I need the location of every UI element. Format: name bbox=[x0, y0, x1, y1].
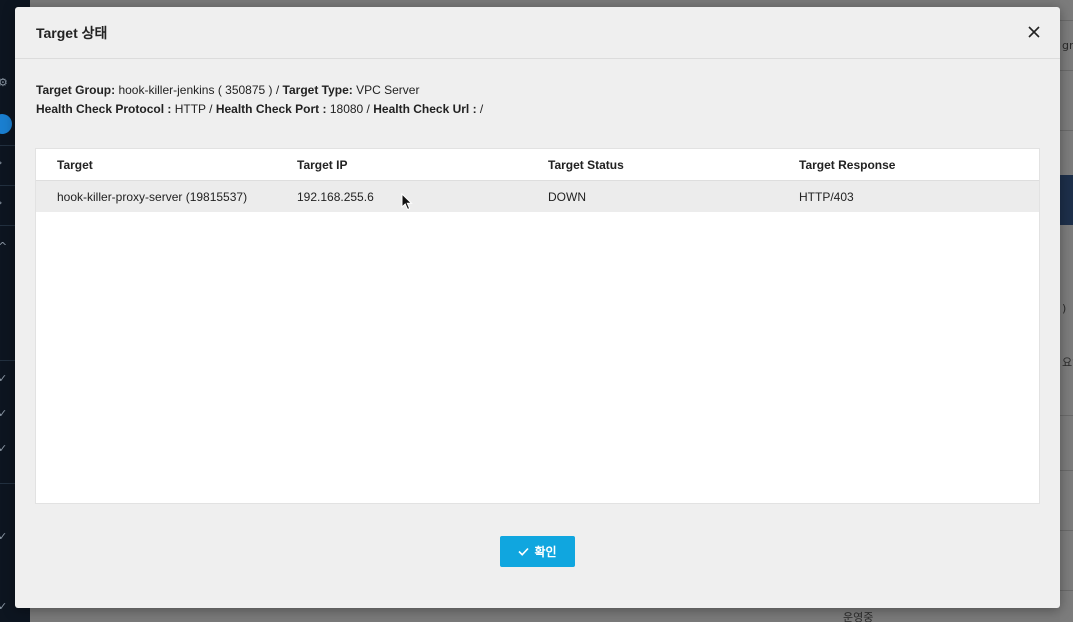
mouse-cursor-icon bbox=[401, 193, 413, 211]
confirm-button[interactable]: 확인 bbox=[500, 536, 575, 567]
dialog-title: Target 상태 bbox=[36, 25, 108, 41]
check-icon: ✓ bbox=[0, 600, 8, 613]
target-status-cell: DOWN bbox=[548, 190, 586, 204]
background-right-panel: gr ) 요양 bbox=[1060, 0, 1073, 622]
close-icon bbox=[1028, 26, 1040, 38]
target-status-dialog: Target 상태 Target Group: hook-killer-jenk… bbox=[15, 7, 1060, 608]
chevron-right-icon: › bbox=[0, 156, 2, 169]
check-icon: ✓ bbox=[0, 530, 8, 543]
background-text: 요양 bbox=[1062, 356, 1073, 369]
background-status-text: 운영중 bbox=[843, 611, 874, 622]
target-ip-cell: 192.168.255.6 bbox=[297, 190, 374, 204]
column-header-target: Target bbox=[57, 158, 93, 172]
target-table: Target Target IP Target Status Target Re… bbox=[35, 148, 1040, 504]
health-url-value: / bbox=[476, 102, 484, 116]
background-text: gr bbox=[1062, 39, 1073, 52]
health-port-label: Health Check Port : bbox=[215, 102, 327, 116]
health-port-value: 18080 / bbox=[326, 102, 374, 116]
chevron-up-icon: ^ bbox=[0, 240, 8, 253]
health-url-label: Health Check Url : bbox=[373, 102, 477, 116]
dialog-header: Target 상태 bbox=[15, 7, 1060, 59]
target-group-value: hook-killer-jenkins ( 350875 ) / bbox=[115, 83, 283, 97]
target-group-label: Target Group: bbox=[36, 83, 116, 97]
health-protocol-value: HTTP / bbox=[171, 102, 216, 116]
check-icon bbox=[518, 547, 530, 556]
target-group-line: Target Group: hook-killer-jenkins ( 3508… bbox=[36, 81, 483, 100]
health-check-line: Health Check Protocol : HTTP / Health Ch… bbox=[36, 100, 483, 119]
settings-icon: ⚙ bbox=[0, 76, 8, 89]
table-header: Target Target IP Target Status Target Re… bbox=[36, 149, 1039, 181]
chevron-right-icon: › bbox=[0, 196, 2, 209]
check-icon: ✓ bbox=[0, 442, 8, 455]
column-header-target-ip: Target IP bbox=[297, 158, 348, 172]
confirm-label: 확인 bbox=[534, 545, 557, 559]
check-icon: ✓ bbox=[0, 407, 8, 420]
table-row[interactable]: hook-killer-proxy-server (19815537) 192.… bbox=[36, 181, 1039, 212]
target-info: Target Group: hook-killer-jenkins ( 3508… bbox=[36, 81, 483, 119]
target-name-cell: hook-killer-proxy-server (19815537) bbox=[57, 190, 248, 204]
close-button[interactable] bbox=[1024, 22, 1044, 42]
column-header-target-status: Target Status bbox=[548, 158, 624, 172]
health-protocol-label: Health Check Protocol : bbox=[36, 102, 172, 116]
toggle-indicator bbox=[0, 114, 12, 134]
target-type-value: VPC Server bbox=[352, 83, 420, 97]
check-icon: ✓ bbox=[0, 372, 8, 385]
background-text: ) bbox=[1062, 302, 1067, 315]
target-type-label: Target Type: bbox=[282, 83, 353, 97]
target-response-cell: HTTP/403 bbox=[799, 190, 854, 204]
column-header-target-response: Target Response bbox=[799, 158, 896, 172]
